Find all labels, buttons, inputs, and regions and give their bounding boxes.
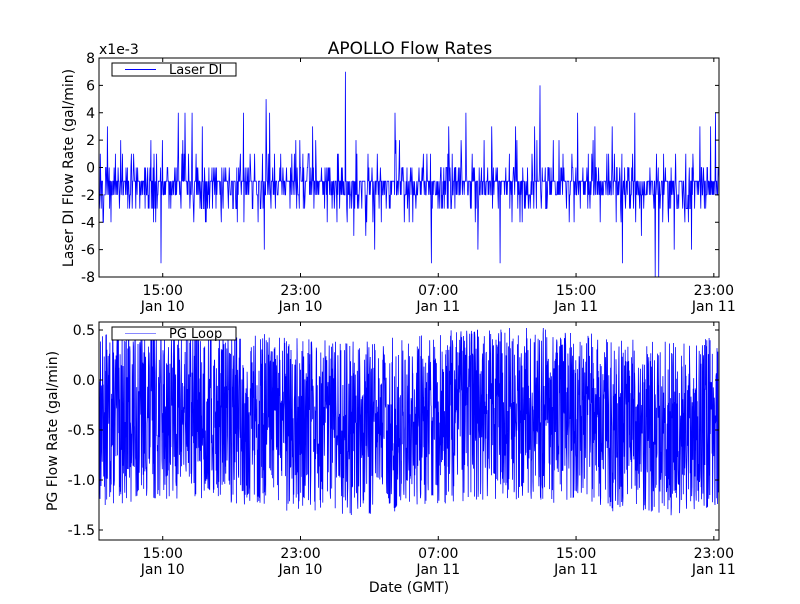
x-axis-label: Date (GMT) — [369, 580, 449, 596]
legend: PG Loop — [111, 326, 237, 342]
x-tick-label: Jan 11 — [691, 299, 736, 315]
chart-title: APOLLO Flow Rates — [328, 39, 493, 59]
x-tick-label: Jan 10 — [278, 562, 323, 578]
x-tick-label: 07:00 — [418, 546, 458, 562]
x-tick-label: 15:00 — [556, 283, 596, 299]
x-tick-label: 15:00 — [143, 546, 183, 562]
series-line-laser-di — [99, 71, 719, 277]
laser-di-axes: 86420-2-4-6-815:00Jan 1023:00Jan 1007:00… — [81, 51, 736, 315]
series-line-pg-loop — [99, 327, 719, 516]
y-tick-label: -4 — [81, 215, 95, 231]
y-tick-label: -6 — [81, 243, 95, 259]
y-axis-label-laser: Laser DI Flow Rate (gal/min) — [61, 69, 77, 267]
y-scale-label: x1e-3 — [99, 42, 139, 58]
y-tick-label: -0.5 — [68, 423, 95, 439]
x-tick-label: Jan 11 — [691, 562, 736, 578]
x-tick-label: 15:00 — [143, 283, 183, 299]
y-tick-label: 0.5 — [73, 323, 95, 339]
x-tick-label: 15:00 — [556, 546, 596, 562]
x-tick-label: Jan 10 — [278, 299, 323, 315]
figure: APOLLO Flow Rates x1e-3 8 6 4 2 0 -2 -4 -6 -8 15:… — [45, 39, 736, 596]
y-tick-label: 0.0 — [73, 373, 95, 389]
x-tick-label: 23:00 — [280, 283, 320, 299]
legend-label: PG Loop — [169, 327, 222, 342]
y-tick-label: 2 — [86, 133, 95, 149]
x-tick-label: Jan 11 — [415, 562, 460, 578]
y-tick-label: 6 — [86, 78, 95, 94]
pg-loop-axes: 0.50.0-0.5-1.0-1.515:00Jan 1023:00Jan 10… — [68, 321, 736, 578]
y-tick-label: 8 — [86, 51, 95, 67]
y-tick-label: -1.0 — [68, 473, 95, 489]
x-tick-label: Jan 10 — [140, 562, 185, 578]
y-axis-label-pg: PG Flow Rate (gal/min) — [45, 351, 61, 511]
y-tick-label: -2 — [81, 188, 95, 204]
y-tick-label: -8 — [81, 270, 95, 286]
legend-label: Laser DI — [169, 63, 222, 78]
x-tick-label: 07:00 — [418, 283, 458, 299]
x-tick-label: Jan 10 — [140, 299, 185, 315]
y-tick-label: 4 — [86, 106, 95, 122]
x-tick-label: 23:00 — [694, 283, 734, 299]
x-tick-label: Jan 11 — [553, 562, 598, 578]
y-tick-label: -1.5 — [68, 523, 95, 539]
x-tick-label: 23:00 — [280, 546, 320, 562]
x-tick-label: Jan 11 — [553, 299, 598, 315]
y-tick-label: 0 — [86, 161, 95, 177]
legend: Laser DI — [111, 62, 237, 78]
x-tick-label: 23:00 — [694, 546, 734, 562]
x-tick-label: Jan 11 — [415, 299, 460, 315]
